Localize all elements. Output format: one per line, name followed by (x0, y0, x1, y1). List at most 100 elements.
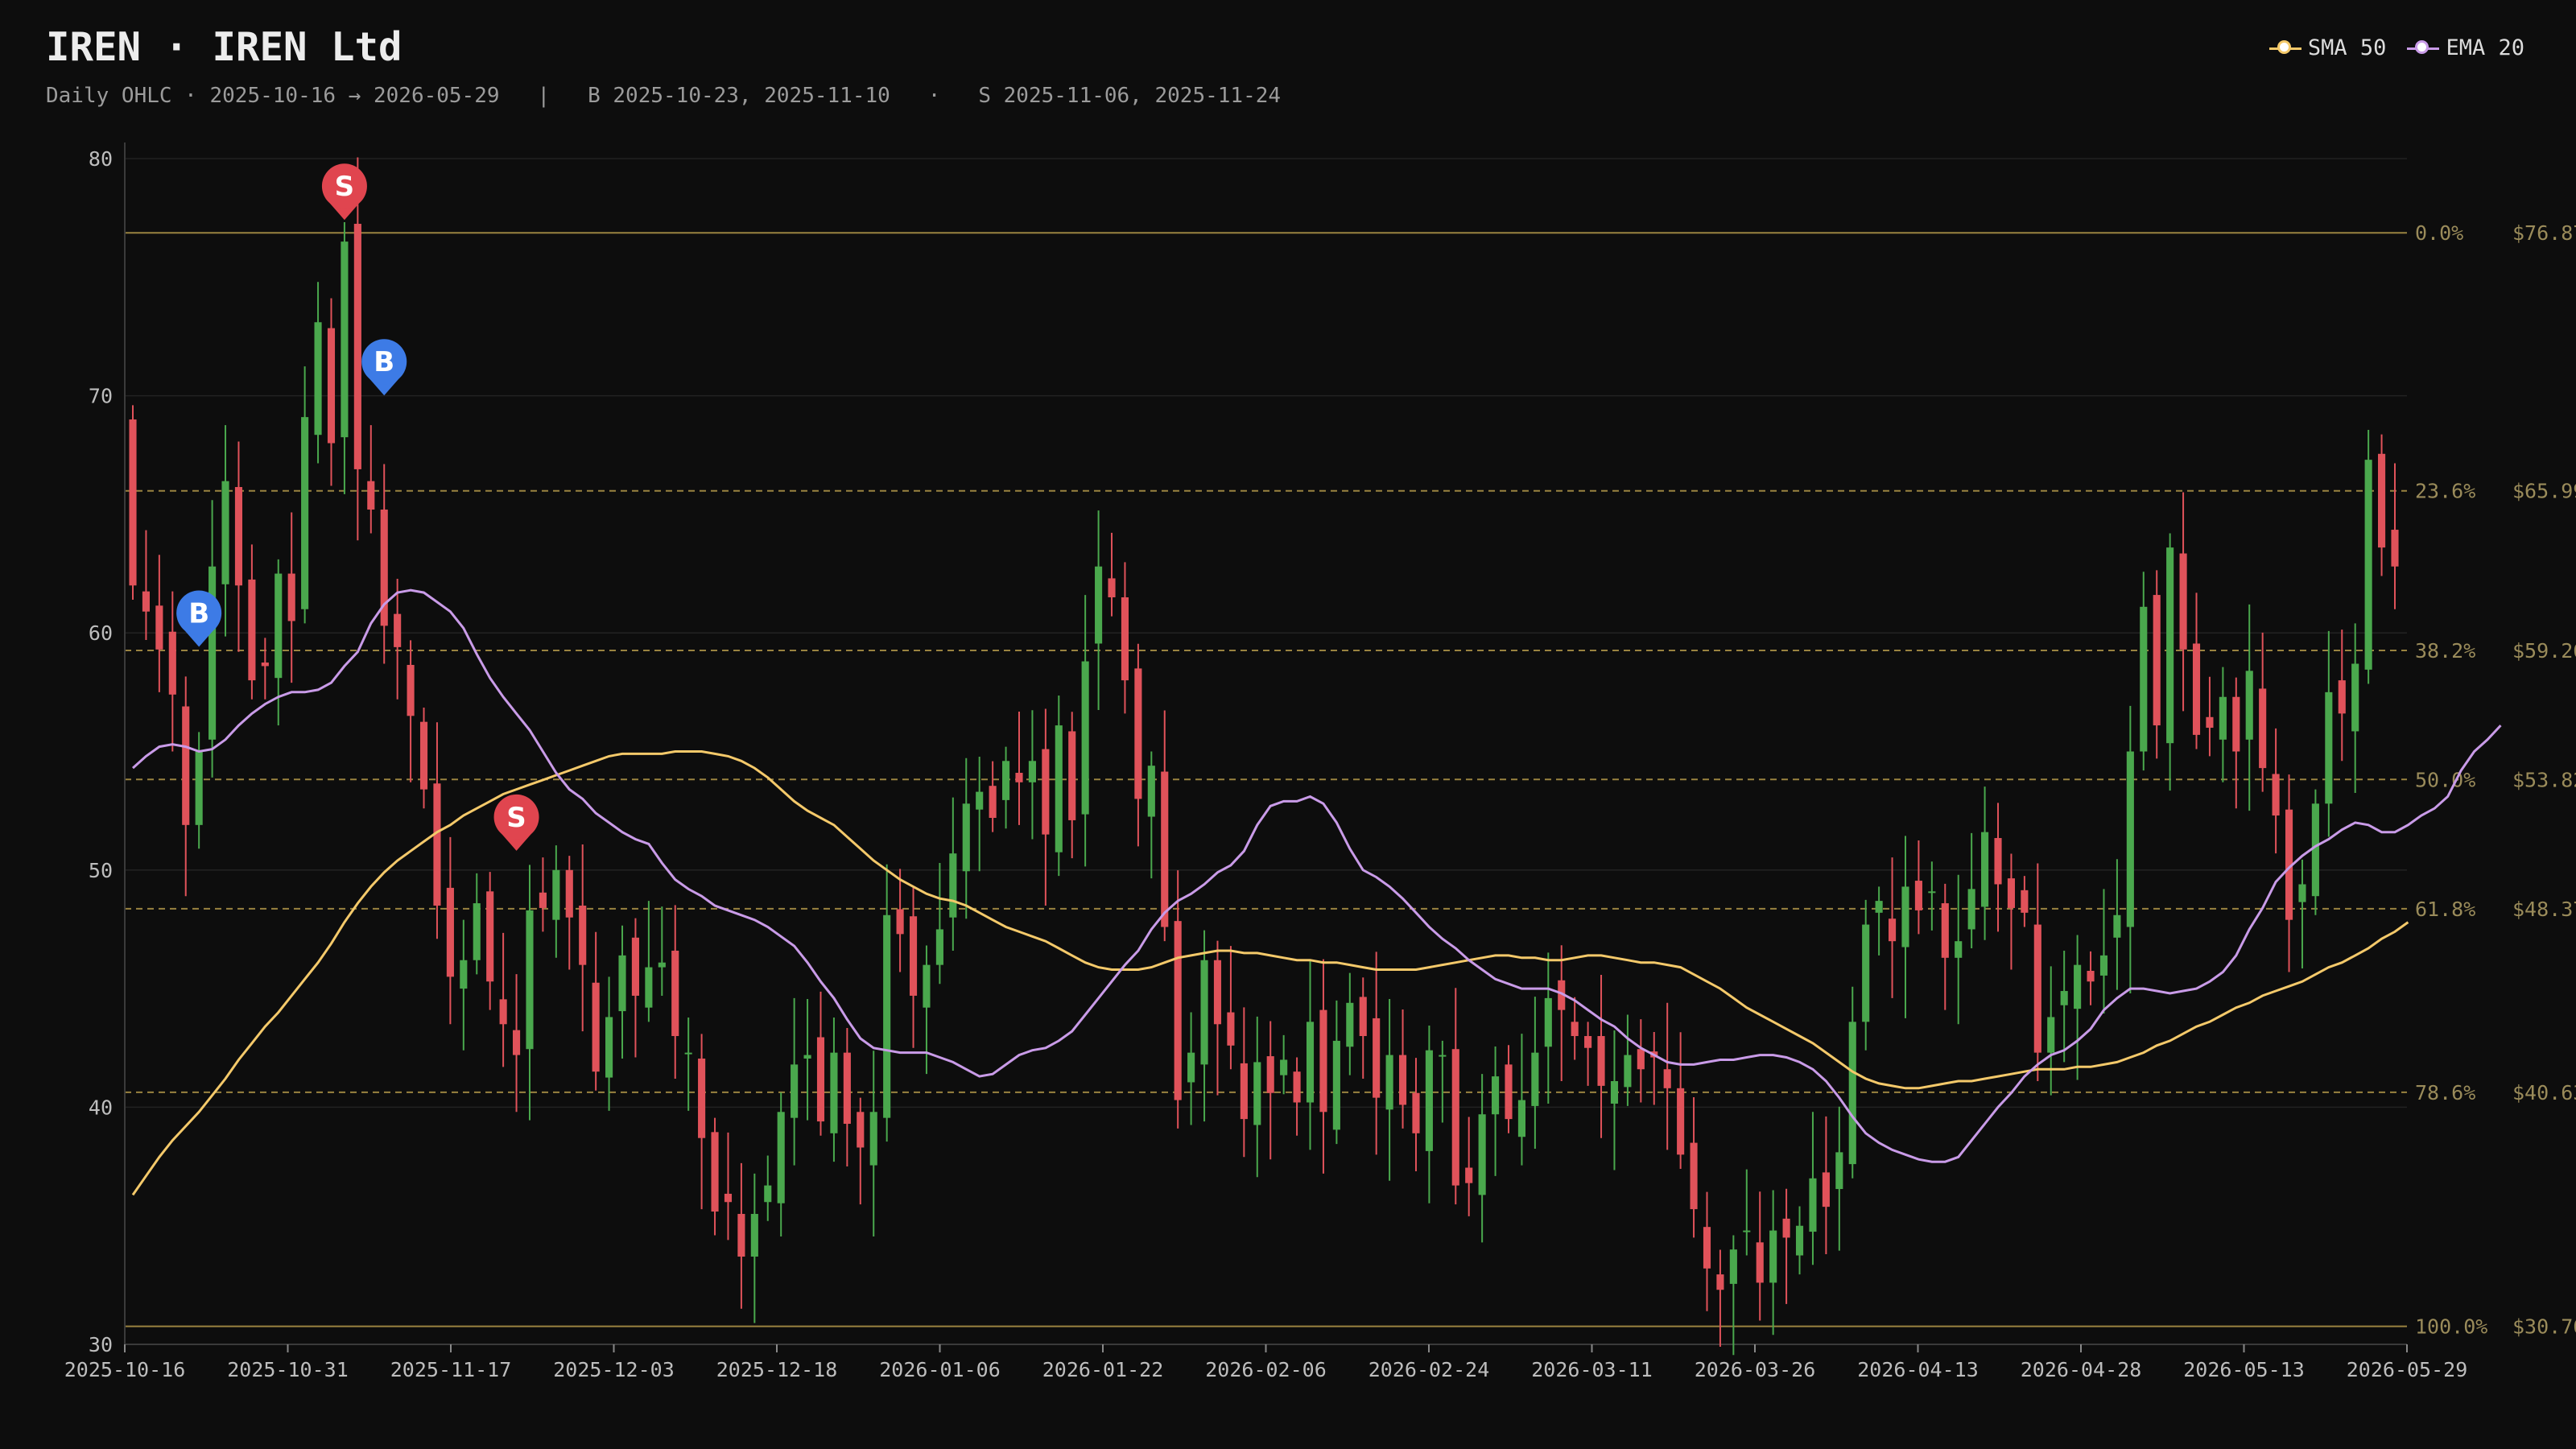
candle-body (1346, 1002, 1354, 1047)
candle-body (1385, 1055, 1393, 1110)
candle-body (1451, 1049, 1459, 1186)
candle-body (1161, 771, 1169, 927)
candle-body (750, 1213, 758, 1257)
fib-level-price: $59.26 (2512, 639, 2576, 663)
candle-body (1994, 838, 2002, 885)
candle-body (2364, 460, 2372, 670)
price-chart[interactable]: 0.0% $76.87 23.6% $65.99 38.2% $59.26 50.0% $53… (0, 0, 2576, 1449)
marker-letter: S (335, 171, 355, 203)
candle-body (1663, 1069, 1671, 1088)
candle-body (1835, 1152, 1843, 1190)
candle-body (195, 751, 203, 825)
candle-body (1240, 1063, 1248, 1120)
sell-marker: S (321, 163, 367, 221)
x-tick-label: 2026-03-11 (1531, 1358, 1653, 1381)
candle-body (2378, 453, 2386, 548)
candle-body (129, 419, 137, 586)
x-tick-label: 2026-01-22 (1042, 1358, 1164, 1381)
candle-body (433, 783, 441, 906)
candle-body (2259, 688, 2267, 769)
candle-body (1769, 1230, 1777, 1283)
candle-body (1729, 1249, 1737, 1284)
candle-body (803, 1055, 811, 1059)
candle-body (1439, 1055, 1447, 1057)
candle-body (592, 982, 600, 1072)
x-axis: 2025-10-16 2025-10-31 2025-11-17 2025-12-03… (64, 1344, 2467, 1381)
y-tick-label: 70 (89, 385, 113, 408)
candle-body (234, 487, 243, 586)
candle-body (2060, 991, 2068, 1005)
candle-body (261, 663, 269, 667)
candle-body (2140, 606, 2148, 752)
candle-body (1901, 886, 1909, 947)
fib-level-percent: 61.8% (2415, 898, 2475, 921)
candle-body (976, 791, 984, 810)
candle-body (1967, 889, 1975, 930)
candle-body (2298, 884, 2306, 902)
candle-body (287, 573, 295, 621)
x-tick-label: 2026-04-13 (1857, 1358, 1979, 1381)
candle-body (1955, 941, 1963, 958)
x-tick-label: 2026-01-06 (879, 1358, 1001, 1381)
candle-body (618, 955, 626, 1012)
candle-body (1398, 1055, 1407, 1105)
candle-body (1293, 1071, 1301, 1103)
candle-body (301, 417, 309, 609)
candle-body (526, 910, 534, 1050)
candle-body (168, 631, 176, 695)
candle-body (2074, 964, 2082, 1009)
candle-body (698, 1059, 706, 1138)
candle-body (1213, 960, 1222, 1025)
candle-body (221, 481, 229, 584)
candle-body (883, 914, 891, 1118)
candle-body (2338, 680, 2346, 714)
candle-body (2219, 696, 2227, 740)
candle-body (1002, 761, 1010, 800)
candle-body (1373, 1018, 1381, 1098)
candle-body (1848, 1022, 1856, 1165)
fib-level-price: $65.99 (2512, 480, 2576, 503)
sell-marker: S (493, 794, 539, 851)
y-tick-label: 80 (89, 147, 113, 171)
candle-body (1928, 891, 1936, 894)
candle-body (512, 1030, 521, 1055)
candle-body (155, 605, 163, 650)
y-tick-label: 40 (89, 1096, 113, 1119)
candle-body (909, 916, 918, 996)
candle-body (1703, 1227, 1711, 1269)
candle-body (1544, 997, 1552, 1047)
candle-body (777, 1112, 785, 1203)
candle-body (658, 962, 666, 968)
candle-body (419, 721, 428, 790)
candle-body (1981, 832, 1989, 907)
candle-body (2166, 547, 2174, 744)
candle-body (2179, 553, 2187, 650)
x-tick-label: 2026-05-13 (2183, 1358, 2305, 1381)
buy-marker: B (361, 339, 407, 396)
candle-body (1174, 921, 1182, 1100)
candle-body (2033, 924, 2041, 1053)
candle-body (830, 1052, 838, 1133)
candle-body (671, 950, 679, 1037)
candle-body (1200, 960, 1208, 1065)
candle-body (2113, 914, 2121, 938)
candle-body (1690, 1142, 1698, 1210)
candle-body (1531, 1052, 1539, 1106)
candle-body (843, 1052, 851, 1125)
candle-body (1492, 1076, 1500, 1115)
candle-body (1782, 1218, 1790, 1238)
candle-body (1517, 1100, 1525, 1137)
candle-body (1055, 725, 1063, 852)
candle-body (2099, 955, 2108, 976)
candle-body (1015, 773, 1023, 782)
candle-body (896, 909, 904, 935)
x-tick-label: 2026-04-28 (2021, 1358, 2142, 1381)
fib-level-price: $40.63 (2512, 1081, 2576, 1104)
candle-body (407, 664, 415, 716)
fib-level-percent: 0.0% (2415, 221, 2463, 245)
candle-body (949, 853, 957, 918)
x-tick-label: 2025-10-16 (64, 1358, 186, 1381)
candle-body (1795, 1225, 1804, 1256)
x-tick-label: 2026-02-24 (1368, 1358, 1490, 1381)
candle-body (2311, 803, 2319, 897)
